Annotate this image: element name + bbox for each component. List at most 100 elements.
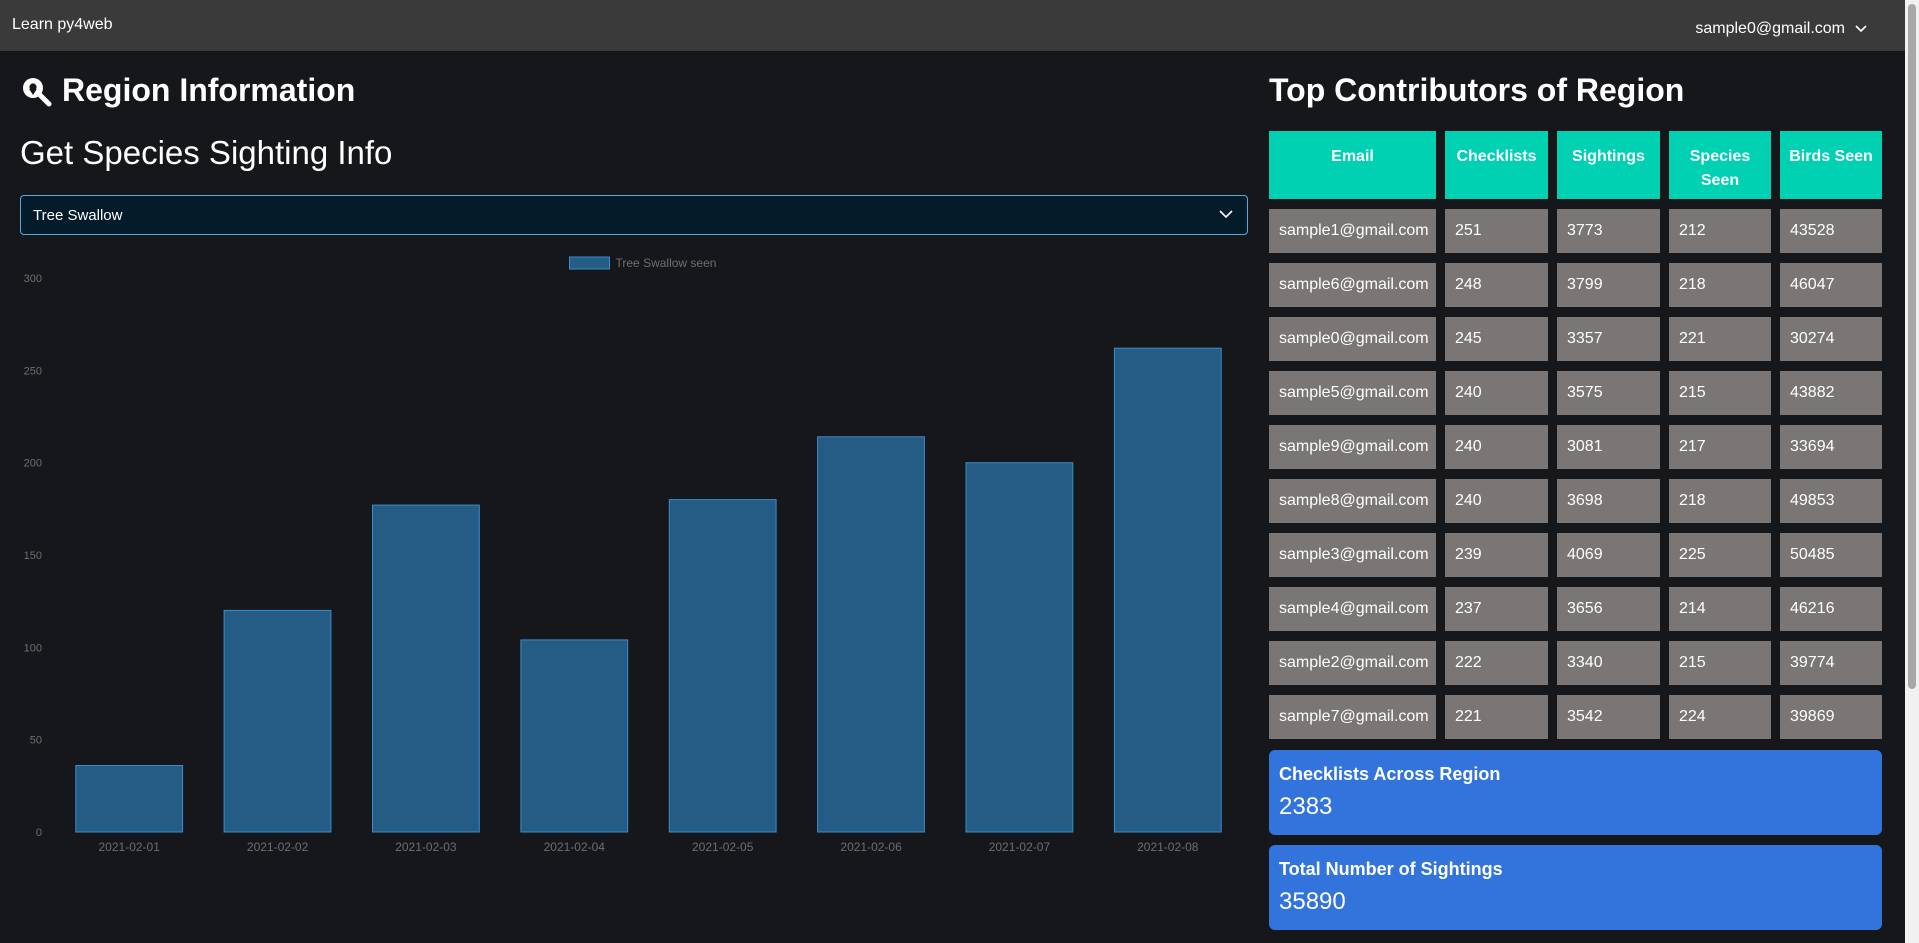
region-info-heading: Region Information <box>20 72 355 109</box>
table-cell-birds-seen: 43882 <box>1780 371 1882 415</box>
sightings-stat-box: Total Number of Sightings 35890 <box>1269 845 1882 930</box>
search-location-icon <box>23 77 52 106</box>
user-email: sample0@gmail.com <box>1695 20 1845 37</box>
table-cell-birds-seen: 39774 <box>1780 641 1882 685</box>
y-tick-label: 250 <box>24 365 42 377</box>
brand-link[interactable]: Learn py4web <box>12 16 113 34</box>
chart-bar[interactable] <box>223 609 332 833</box>
table-cell-checklists: 222 <box>1445 641 1548 685</box>
x-tick-label: 2021-02-06 <box>840 840 902 854</box>
table-cell-checklists: 240 <box>1445 371 1548 415</box>
page-title: Region Information <box>62 72 356 108</box>
table-cell-birds-seen: 49853 <box>1780 479 1882 523</box>
table-cell-species-seen: 221 <box>1669 317 1771 361</box>
x-tick-label: 2021-02-02 <box>247 840 309 854</box>
chart-bar[interactable] <box>668 499 777 833</box>
species-bar-chart: Tree Swallow seen 0 50 100 150 200 250 300 2021-… <box>0 250 1250 870</box>
table-cell-email: sample8@gmail.com <box>1269 479 1436 523</box>
y-tick-label: 50 <box>30 735 42 747</box>
table-cell-species-seen: 224 <box>1669 695 1771 739</box>
table-cell-email: sample0@gmail.com <box>1269 317 1436 361</box>
navbar: Learn py4web sample0@gmail.com <box>0 0 1905 51</box>
x-tick-label: 2021-02-07 <box>989 840 1051 854</box>
table-cell-birds-seen: 30274 <box>1780 317 1882 361</box>
table-cell-checklists: 251 <box>1445 209 1548 253</box>
table-cell-email: sample9@gmail.com <box>1269 425 1436 469</box>
y-tick-label: 300 <box>24 273 42 285</box>
species-select[interactable]: Tree Swallow <box>20 195 1248 235</box>
table-cell-species-seen: 218 <box>1669 479 1771 523</box>
table-cell-birds-seen: 46047 <box>1780 263 1882 307</box>
scrollbar-thumb[interactable] <box>1908 4 1916 689</box>
chevron-down-icon <box>1855 25 1867 33</box>
table-cell-sightings: 3656 <box>1557 587 1660 631</box>
user-menu[interactable]: sample0@gmail.com <box>1695 20 1867 38</box>
table-cell-checklists: 245 <box>1445 317 1548 361</box>
table-cell-sightings: 3698 <box>1557 479 1660 523</box>
table-cell-email: sample7@gmail.com <box>1269 695 1436 739</box>
table-cell-birds-seen: 46216 <box>1780 587 1882 631</box>
table-cell-species-seen: 215 <box>1669 371 1771 415</box>
chart-legend[interactable]: Tree Swallow seen <box>569 256 717 270</box>
top-contributors-heading: Top Contributors of Region <box>1269 72 1685 108</box>
table-cell-checklists: 239 <box>1445 533 1548 577</box>
col-header-checklists: Checklists <box>1445 131 1548 199</box>
chart-bar[interactable] <box>520 639 629 833</box>
table-cell-email: sample3@gmail.com <box>1269 533 1436 577</box>
chart-bar[interactable] <box>372 504 480 833</box>
x-tick-label: 2021-02-08 <box>1137 840 1199 854</box>
table-cell-checklists: 240 <box>1445 425 1548 469</box>
col-header-sightings: Sightings <box>1557 131 1660 199</box>
chart-bar[interactable] <box>1113 347 1222 833</box>
table-cell-species-seen: 212 <box>1669 209 1771 253</box>
table-cell-sightings: 3799 <box>1557 263 1660 307</box>
chart-bar[interactable] <box>817 436 925 833</box>
table-cell-sightings: 3773 <box>1557 209 1660 253</box>
table-cell-species-seen: 217 <box>1669 425 1771 469</box>
table-cell-sightings: 4069 <box>1557 533 1660 577</box>
col-header-email: Email <box>1269 131 1436 199</box>
col-header-birds-seen: Birds Seen <box>1780 131 1882 199</box>
table-cell-checklists: 240 <box>1445 479 1548 523</box>
stat-value: 35890 <box>1279 888 1346 915</box>
table-cell-birds-seen: 50485 <box>1780 533 1882 577</box>
checklists-stat-box: Checklists Across Region 2383 <box>1269 750 1882 835</box>
table-cell-sightings: 3340 <box>1557 641 1660 685</box>
contributors-table: Email Checklists Sightings Species Seen … <box>1269 131 1882 739</box>
table-cell-email: sample1@gmail.com <box>1269 209 1436 253</box>
table-cell-email: sample4@gmail.com <box>1269 587 1436 631</box>
table-cell-email: sample6@gmail.com <box>1269 263 1436 307</box>
section-subtitle: Get Species Sighting Info <box>20 134 393 171</box>
table-cell-species-seen: 214 <box>1669 587 1771 631</box>
y-tick-label: 0 <box>36 827 42 839</box>
x-tick-label: 2021-02-03 <box>395 840 457 854</box>
table-cell-birds-seen: 43528 <box>1780 209 1882 253</box>
table-cell-species-seen: 215 <box>1669 641 1771 685</box>
table-cell-sightings: 3575 <box>1557 371 1660 415</box>
table-cell-birds-seen: 33694 <box>1780 425 1882 469</box>
table-cell-birds-seen: 39869 <box>1780 695 1882 739</box>
chart-bar[interactable] <box>75 765 184 833</box>
col-header-species-seen: Species Seen <box>1669 131 1771 199</box>
table-cell-checklists: 237 <box>1445 587 1548 631</box>
page-scrollbar[interactable] <box>1905 0 1919 943</box>
y-tick-label: 150 <box>24 550 42 562</box>
legend-label: Tree Swallow seen <box>616 256 717 270</box>
table-cell-species-seen: 225 <box>1669 533 1771 577</box>
table-cell-email: sample2@gmail.com <box>1269 641 1436 685</box>
stat-label: Checklists Across Region <box>1279 764 1501 784</box>
stat-label: Total Number of Sightings <box>1279 859 1503 879</box>
chart-bar[interactable] <box>965 462 1074 833</box>
y-tick-label: 200 <box>24 458 42 470</box>
table-cell-species-seen: 218 <box>1669 263 1771 307</box>
table-cell-checklists: 248 <box>1445 263 1548 307</box>
x-tick-label: 2021-02-01 <box>99 840 161 854</box>
species-select-value: Tree Swallow <box>33 207 123 224</box>
x-tick-label: 2021-02-04 <box>544 840 606 854</box>
x-tick-label: 2021-02-05 <box>692 840 754 854</box>
table-cell-email: sample5@gmail.com <box>1269 371 1436 415</box>
legend-swatch <box>569 256 610 270</box>
stat-value: 2383 <box>1279 793 1333 820</box>
table-cell-sightings: 3542 <box>1557 695 1660 739</box>
y-tick-label: 100 <box>24 642 42 654</box>
